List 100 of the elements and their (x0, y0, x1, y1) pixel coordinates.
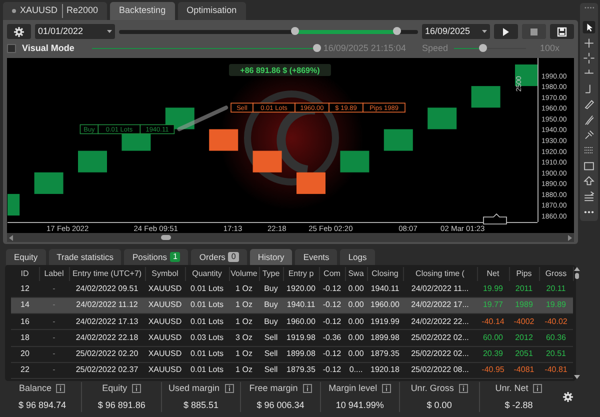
renko-brick (34, 172, 64, 194)
info-icon[interactable] (224, 384, 234, 394)
table-cell: 18 (11, 330, 39, 346)
stat-label: Equity (102, 382, 128, 395)
end-date-field[interactable]: 16/09/2025 (422, 24, 490, 39)
table-cell: 25/02/2022 02.37 (69, 362, 145, 378)
stat-value: $ 96 894.74 (18, 398, 66, 412)
table-cell: -4002 (509, 314, 539, 330)
up-arrow-icon[interactable] (574, 267, 580, 271)
column-header[interactable]: Gross (539, 267, 573, 281)
pen-icon[interactable] (582, 98, 596, 111)
pointer-icon[interactable] (582, 21, 596, 34)
play-button[interactable] (494, 24, 518, 39)
table-cell: 1920.18 (367, 362, 403, 378)
right-arrow-icon[interactable] (568, 234, 572, 240)
table-cell: 2011 (509, 281, 539, 298)
tab[interactable]: Backtesting (110, 2, 175, 20)
table-cell: 24/02/2022 17.13 (69, 314, 145, 330)
save-button[interactable] (550, 24, 574, 39)
tab[interactable]: Positions 1 (124, 249, 188, 265)
table-cell: 1919.98 (283, 330, 319, 346)
start-date-field[interactable]: 01/01/2022 (35, 24, 115, 39)
column-header[interactable]: Com (319, 267, 345, 281)
slider-thumb[interactable] (291, 26, 300, 34)
info-icon[interactable] (302, 384, 312, 394)
info-icon[interactable] (382, 384, 392, 394)
caret-icon (107, 30, 112, 33)
column-header[interactable]: Label (39, 267, 69, 281)
column-header[interactable]: Entry time (UTC+7) (69, 267, 145, 281)
table-cell: 19.77 (477, 297, 509, 314)
settings-button[interactable] (7, 24, 31, 39)
arrow-up-icon[interactable] (582, 174, 596, 188)
table-cell: 0.00 (345, 297, 367, 314)
date-range-slider[interactable] (119, 30, 418, 34)
slider-thumb[interactable] (478, 44, 487, 52)
tab[interactable]: History (250, 249, 292, 265)
column-header[interactable]: ID (11, 267, 39, 281)
table-cell: 1899.98 (367, 330, 403, 346)
table-cell: Buy (259, 281, 283, 298)
table-cell: XAUUSD (145, 330, 185, 346)
slider-thumb[interactable] (313, 44, 322, 52)
stat-value: $ -2.88 (504, 398, 533, 412)
tab[interactable]: Trade statistics (48, 249, 122, 265)
down-arrow-icon[interactable] (574, 375, 580, 379)
tab[interactable]: XAUUSD Re2000 (3, 2, 108, 20)
table-cell: 0.01 Lots (185, 297, 229, 314)
settings-icon (13, 26, 25, 38)
stop-icon (529, 26, 539, 36)
tab[interactable]: Optimisation (178, 2, 246, 20)
table-cell: 1989 (509, 297, 539, 314)
renko-brick (471, 86, 500, 108)
info-icon[interactable] (56, 384, 66, 394)
tab[interactable]: Events (295, 249, 338, 265)
column-header[interactable]: Swa (345, 267, 367, 281)
stat-label: Unr. Gross (410, 382, 454, 395)
stat-value: $ 0.00 (426, 398, 452, 412)
settings-icon[interactable] (562, 391, 574, 403)
slider-thumb[interactable] (393, 26, 402, 34)
left-arrow-icon[interactable] (9, 234, 13, 240)
table-cell: 24/02/2022 11.12 (69, 297, 145, 314)
table-cell: 1 Oz (229, 362, 259, 378)
table-cell: 12 (11, 281, 39, 298)
column-header[interactable]: Entry p (283, 267, 319, 281)
visual-mode-label: Visual Mode (22, 42, 74, 55)
column-header[interactable]: Closing (367, 267, 403, 281)
renko-brick (8, 194, 20, 216)
table-cell: 25/02/2022 02... (403, 330, 477, 346)
table-cell: 0.00 (345, 330, 367, 346)
column-header[interactable]: Symbol (145, 267, 185, 281)
table-cell: - (39, 346, 69, 362)
renko-brick (340, 150, 370, 172)
table-cell: Sell (259, 330, 283, 346)
table-cell: -4081 (509, 362, 539, 378)
table-cell: 20.51 (539, 346, 573, 362)
table-cell: 2051 (509, 346, 539, 362)
table-cell: 24/02/2022 11... (403, 281, 477, 298)
table-cell: - (39, 362, 69, 378)
layers-icon[interactable] (582, 190, 596, 203)
column-header[interactable]: Volume (229, 267, 259, 281)
info-icon[interactable] (458, 384, 468, 394)
column-header[interactable]: Type (259, 267, 283, 281)
info-icon[interactable] (533, 384, 542, 394)
column-header[interactable]: Net (477, 267, 509, 281)
column-header[interactable]: Pips (509, 267, 539, 281)
crosshair-icon[interactable] (582, 52, 596, 64)
rectangle-icon[interactable] (582, 160, 596, 172)
tab[interactable]: Orders 0 (191, 249, 247, 265)
brush-icon[interactable] (582, 114, 596, 126)
tab[interactable]: Equity (6, 249, 46, 265)
tab[interactable]: Logs (340, 249, 375, 265)
table-cell: XAUUSD (145, 362, 185, 378)
column-header[interactable]: Quantity (185, 267, 229, 281)
scroll-thumb[interactable] (161, 235, 171, 240)
checkbox[interactable] (7, 44, 16, 53)
crosshair-icon[interactable] (582, 36, 596, 50)
info-icon[interactable] (132, 384, 142, 394)
scroll-thumb[interactable] (574, 273, 578, 279)
table-cell: 0.01 Lots (185, 346, 229, 362)
table-cell: 25/02/2022 02.20 (69, 346, 145, 362)
column-header[interactable]: Closing time ( (403, 267, 477, 281)
